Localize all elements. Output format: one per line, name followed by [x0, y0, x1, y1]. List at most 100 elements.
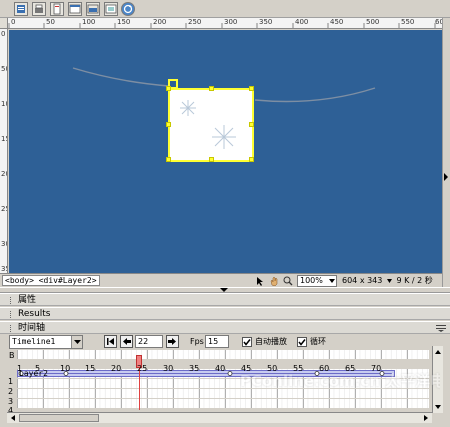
- back-arrow-icon: [123, 338, 131, 345]
- autoplay-checkbox[interactable]: [242, 337, 252, 347]
- timeline-horizontal-scrollbar[interactable]: [7, 412, 432, 423]
- panel-collapse-strip[interactable]: [442, 18, 450, 291]
- frame-tick: 50: [267, 364, 278, 373]
- frame-tick: 70: [371, 364, 382, 373]
- zoom-select[interactable]: 100%: [297, 275, 337, 287]
- frame-ruler: 1 5 10 15 20 25 30 35 40 45 50 55 60 65 …: [7, 364, 432, 374]
- frame-tick: 1: [17, 364, 23, 373]
- hruler-label: 50: [46, 18, 55, 26]
- frame-tick: 10: [60, 364, 71, 373]
- frame-tick: 35: [189, 364, 200, 373]
- document-icon[interactable]: [50, 2, 64, 16]
- design-canvas[interactable]: [9, 30, 442, 273]
- hruler-label: 100: [82, 18, 96, 26]
- print-icon[interactable]: [32, 2, 46, 16]
- chevron-down-icon: [386, 279, 392, 283]
- scroll-up-icon[interactable]: [433, 347, 443, 357]
- scroll-thumb[interactable]: [19, 414, 99, 422]
- resize-handle[interactable]: [209, 86, 214, 91]
- window-size-info[interactable]: 604 x 343 9 K / 2 秒: [342, 275, 433, 287]
- loop-checkbox[interactable]: [297, 337, 307, 347]
- drag-grip-icon[interactable]: [10, 325, 13, 332]
- tag-selector[interactable]: <body> <div#Layer2>: [2, 275, 100, 286]
- vruler-label: 50: [1, 65, 7, 73]
- resize-handle[interactable]: [166, 157, 171, 162]
- hruler-label: 400: [295, 18, 309, 26]
- frame-tick: 5: [35, 364, 41, 373]
- timeline-vertical-scrollbar[interactable]: [432, 346, 443, 413]
- resize-handle[interactable]: [249, 122, 254, 127]
- zoom-tool-icon[interactable]: [283, 276, 293, 286]
- hruler-label: 550: [401, 18, 415, 26]
- frame-number-input[interactable]: 22: [135, 335, 163, 348]
- timeline-select[interactable]: Timeline1: [9, 335, 83, 349]
- scroll-right-icon[interactable]: [421, 413, 431, 423]
- resize-handle[interactable]: [166, 122, 171, 127]
- expand-arrow-icon[interactable]: [443, 172, 449, 182]
- window-icon[interactable]: [68, 2, 82, 16]
- timeline-name: Timeline1: [12, 337, 56, 346]
- vruler-label: 150: [1, 135, 7, 143]
- rewind-icon: [107, 338, 114, 345]
- resize-handle[interactable]: [249, 86, 254, 91]
- resize-handle[interactable]: [209, 157, 214, 162]
- refresh-icon[interactable]: [121, 2, 135, 16]
- horizontal-ruler: 0 50 100 150 200 250 300 350 400 450 500…: [8, 18, 442, 29]
- timeline-title: 时间轴: [18, 323, 46, 333]
- document-toolbar: [0, 0, 450, 18]
- fps-value: 15: [208, 337, 219, 346]
- status-bar: <body> <div#Layer2> 100% 604 x 343 9 K /…: [0, 273, 442, 287]
- frame-tick: 30: [163, 364, 174, 373]
- properties-title: 属性: [18, 295, 37, 305]
- properties-panel-header[interactable]: 属性: [0, 293, 450, 306]
- dreamweaver-window: 0 50 100 150 200 250 300 350 400 450 500…: [0, 0, 450, 427]
- results-title: Results: [18, 309, 51, 319]
- rewind-button[interactable]: [104, 335, 117, 348]
- scroll-left-icon[interactable]: [8, 413, 18, 423]
- download-size: 9 K / 2 秒: [396, 276, 433, 285]
- vruler-label: 250: [1, 205, 7, 213]
- hruler-label: 600: [435, 18, 442, 26]
- frame-tick: 20: [111, 364, 122, 373]
- resize-handle[interactable]: [249, 157, 254, 162]
- scroll-down-icon[interactable]: [433, 402, 443, 412]
- checkmark-icon: [243, 339, 251, 346]
- frame-number: 22: [138, 337, 149, 346]
- hruler-label: 350: [259, 18, 273, 26]
- drag-grip-icon[interactable]: [10, 297, 13, 304]
- timeline-frames-grid[interactable]: Layer2: [7, 350, 432, 410]
- preview-icon[interactable]: [104, 2, 118, 16]
- vruler-label: 300: [1, 240, 7, 248]
- frame-tick: 65: [345, 364, 356, 373]
- hruler-label: 500: [366, 18, 380, 26]
- collapse-arrow-icon[interactable]: [220, 288, 228, 292]
- frame-tick: 25: [137, 364, 148, 373]
- drag-grip-icon[interactable]: [10, 311, 13, 318]
- frame-tick: 45: [241, 364, 252, 373]
- hand-tool-icon[interactable]: [269, 276, 279, 286]
- timeline-panel-header[interactable]: 时间轴: [0, 321, 450, 334]
- frame-tick: 40: [215, 364, 226, 373]
- hruler-label: 450: [330, 18, 344, 26]
- hruler-label: 150: [117, 18, 131, 26]
- results-panel-header[interactable]: Results: [0, 307, 450, 320]
- chevron-down-icon: [329, 279, 335, 283]
- frame-tick: 60: [319, 364, 330, 373]
- pointer-tool-icon[interactable]: [255, 276, 265, 286]
- vruler-label: 350: [1, 265, 7, 273]
- fps-input[interactable]: 15: [205, 335, 229, 348]
- snowflake-image: [180, 100, 236, 149]
- row-number: 1: [8, 377, 14, 386]
- row-number: 2: [8, 387, 14, 396]
- panel-options-icon[interactable]: [436, 325, 446, 332]
- zoom-value: 100%: [300, 276, 323, 285]
- layer2-box[interactable]: [166, 86, 254, 162]
- keyframes: [18, 371, 392, 376]
- back-button[interactable]: [120, 335, 133, 348]
- row-number: 3: [8, 397, 14, 406]
- play-button[interactable]: [166, 335, 179, 348]
- code-view-icon[interactable]: [14, 2, 28, 16]
- toggle-view-icon[interactable]: [86, 2, 100, 16]
- chevron-down-icon: [74, 340, 81, 344]
- resize-handle[interactable]: [166, 86, 171, 91]
